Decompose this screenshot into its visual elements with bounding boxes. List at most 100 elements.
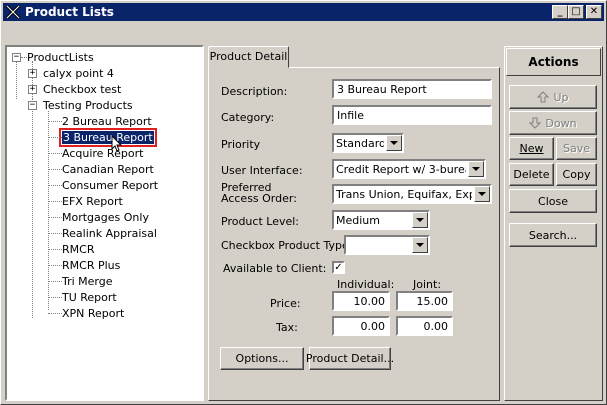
actions-header-label: Actions xyxy=(528,55,579,69)
tree-item[interactable]: Realink Appraisal xyxy=(48,225,157,241)
tree-item[interactable]: Canadian Report xyxy=(48,161,154,177)
tree-group-calyx[interactable]: + calyx point 4 xyxy=(28,65,114,81)
joint-column-label: Joint: xyxy=(413,278,442,291)
price-joint-field[interactable]: 15.00 xyxy=(396,291,453,311)
tree-item[interactable]: TU Report xyxy=(48,289,117,305)
tree-item[interactable]: Tri Merge xyxy=(48,273,113,289)
price-label: Price: xyxy=(270,297,301,310)
tree-group-testing[interactable]: − Testing Products xyxy=(28,97,133,113)
checkbox-product-type-label: Checkbox Product Type: xyxy=(221,239,353,252)
user-interface-select[interactable]: Credit Report w/ 3-bureau T xyxy=(332,159,486,179)
arrow-down-icon xyxy=(529,117,542,129)
product-level-label: Product Level: xyxy=(221,215,300,228)
tree-item-label: EFX Report xyxy=(62,194,123,208)
tree-item[interactable]: Acquire Report xyxy=(48,145,143,161)
tree-item[interactable]: Mortgages Only xyxy=(48,209,149,225)
title-bar[interactable]: Product Lists _ □ ✕ xyxy=(3,3,604,21)
down-button[interactable]: Down xyxy=(509,111,597,135)
tree-item-label: 2 Bureau Report xyxy=(62,114,152,128)
product-level-select[interactable]: Medium xyxy=(332,210,430,230)
collapse-icon[interactable]: − xyxy=(12,52,21,62)
chevron-down-icon[interactable] xyxy=(386,135,402,151)
priority-label: Priority xyxy=(221,138,261,151)
collapse-icon[interactable]: − xyxy=(28,100,37,110)
close-button-label: Close xyxy=(538,194,568,208)
tree-item-label: XPN Report xyxy=(62,306,125,320)
description-label: Description: xyxy=(221,85,288,98)
tax-label: Tax: xyxy=(276,321,298,334)
tree-item[interactable]: RMCR Plus xyxy=(48,257,120,273)
save-button-label: Save xyxy=(562,142,590,155)
minimize-button[interactable]: _ xyxy=(552,5,568,19)
tree-item-label: 3 Bureau Report xyxy=(59,127,157,147)
delete-button-label: Delete xyxy=(513,168,550,181)
category-field[interactable]: Infile xyxy=(332,105,492,125)
chevron-down-icon[interactable] xyxy=(474,186,490,202)
category-label: Category: xyxy=(221,111,275,124)
tree-group-label: Testing Products xyxy=(43,98,133,112)
delete-button[interactable]: Delete xyxy=(509,163,554,186)
expand-icon[interactable]: + xyxy=(28,84,37,94)
tree-item-label: Consumer Report xyxy=(62,178,159,192)
search-button-label: Search... xyxy=(528,228,578,242)
priority-value: Standard xyxy=(336,137,384,150)
tree-item-label: RMCR Plus xyxy=(62,258,121,272)
new-button[interactable]: New xyxy=(509,137,554,160)
tax-individual-field[interactable]: 0.00 xyxy=(332,316,390,336)
tree-group-checkbox[interactable]: + Checkbox test xyxy=(28,81,121,97)
tree-group-label: calyx point 4 xyxy=(43,66,114,80)
available-to-client-checkbox[interactable]: ✓ xyxy=(332,261,345,274)
product-detail-button[interactable]: Product Detail... xyxy=(305,347,395,370)
mouse-cursor-icon xyxy=(111,135,123,152)
tree-item-label: Realink Appraisal xyxy=(62,226,157,240)
description-field[interactable]: 3 Bureau Report xyxy=(332,79,492,99)
expand-icon[interactable]: + xyxy=(28,68,37,78)
tree-item-selected[interactable]: 3 Bureau Report xyxy=(48,127,157,147)
tree-item-label: TU Report xyxy=(62,290,117,304)
maximize-button[interactable]: □ xyxy=(568,5,584,19)
actions-header: Actions xyxy=(506,48,601,76)
window-title: Product Lists xyxy=(25,5,114,19)
product-lists-window: Product Lists _ □ ✕ − ProductLists + cal… xyxy=(0,0,607,405)
available-to-client-label: Available to Client: xyxy=(223,262,327,275)
tree-root[interactable]: − ProductLists xyxy=(12,49,94,65)
priority-select[interactable]: Standard xyxy=(332,133,404,153)
tree-item[interactable]: EFX Report xyxy=(48,193,123,209)
copy-button[interactable]: Copy xyxy=(556,163,597,186)
access-order-label: Preferred Access Order: xyxy=(221,181,297,205)
up-button[interactable]: Up xyxy=(509,85,597,109)
tree-item[interactable]: XPN Report xyxy=(48,305,124,321)
product-tree[interactable]: − ProductLists + calyx point 4 + Checkbo… xyxy=(5,45,204,401)
tree-item[interactable]: 2 Bureau Report xyxy=(48,113,152,129)
chevron-down-icon[interactable] xyxy=(412,237,428,253)
tree-item-label: Mortgages Only xyxy=(62,210,149,224)
search-button[interactable]: Search... xyxy=(509,223,597,247)
chevron-down-icon[interactable] xyxy=(412,212,428,228)
close-button[interactable]: Close xyxy=(509,189,597,213)
tree-item[interactable]: Consumer Report xyxy=(48,177,158,193)
new-button-label: New xyxy=(519,142,544,155)
up-button-label: Up xyxy=(553,90,569,104)
tab-product-detail[interactable]: Product Detail xyxy=(208,46,289,68)
checkbox-product-type-select[interactable] xyxy=(344,235,430,255)
tree-item-label: Acquire Report xyxy=(62,146,144,160)
product-level-value: Medium xyxy=(336,214,380,227)
options-button-label: Options... xyxy=(235,352,289,365)
tax-joint-field[interactable]: 0.00 xyxy=(396,316,453,336)
tree-item[interactable]: RMCR xyxy=(48,241,94,257)
tree-item-label: RMCR xyxy=(62,242,95,256)
minimize-icon: _ xyxy=(557,6,563,17)
price-individual-field[interactable]: 10.00 xyxy=(332,291,390,311)
options-button[interactable]: Options... xyxy=(220,347,304,370)
maximize-icon: □ xyxy=(571,6,581,17)
save-button[interactable]: Save xyxy=(556,137,597,160)
individual-column-label: Individual: xyxy=(337,278,395,291)
copy-button-label: Copy xyxy=(562,168,591,181)
close-window-button[interactable]: ✕ xyxy=(586,5,602,19)
user-interface-label: User Interface: xyxy=(221,164,303,177)
tree-item-label: Canadian Report xyxy=(62,162,154,176)
access-order-select[interactable]: Trans Union, Equifax, Experia xyxy=(332,184,492,204)
product-detail-button-label: Product Detail... xyxy=(305,352,395,365)
chevron-down-icon[interactable] xyxy=(468,161,484,177)
tab-label: Product Detail xyxy=(209,50,288,63)
